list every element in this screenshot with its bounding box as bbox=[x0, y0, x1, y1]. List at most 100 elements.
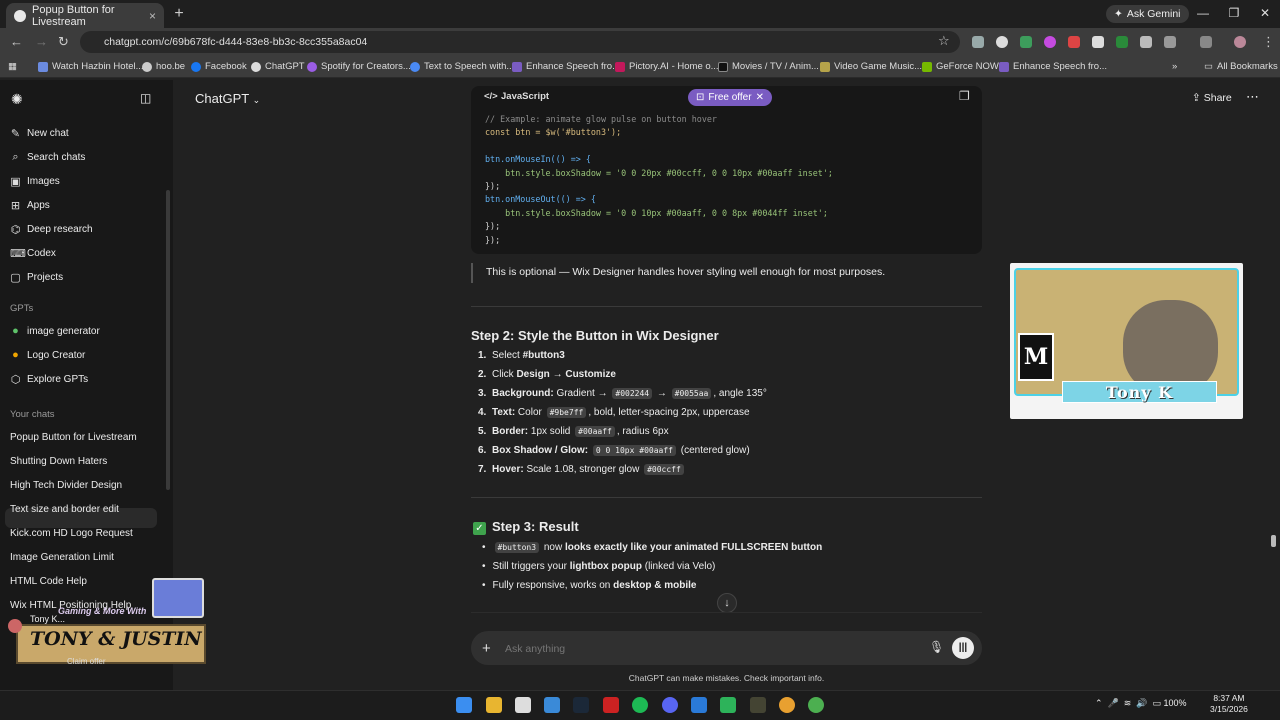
bookmark-9[interactable]: Video Game Music... bbox=[820, 61, 922, 72]
taskbar-clock[interactable]: 8:37 AM 3/15/2026 bbox=[1210, 693, 1248, 715]
sidebar-item-apps[interactable]: ⊞ Apps bbox=[10, 199, 50, 212]
gemini-icon: ✦ bbox=[1114, 8, 1123, 20]
file-explorer-icon[interactable] bbox=[486, 697, 502, 713]
chat-item[interactable]: Shutting Down Haters bbox=[10, 456, 107, 467]
chat-item[interactable]: HTML Code Help bbox=[10, 576, 87, 587]
maximize-icon[interactable]: ❐ bbox=[1227, 6, 1241, 20]
chat-item[interactable]: Text size and border edit bbox=[10, 504, 119, 515]
app-green-icon[interactable] bbox=[720, 697, 736, 713]
bookmark-10[interactable]: GeForce NOW bbox=[922, 61, 999, 72]
extension-grid-icon[interactable] bbox=[1140, 36, 1152, 48]
bookmark-star-icon[interactable]: ☆ bbox=[938, 33, 950, 49]
app-blue-icon[interactable] bbox=[691, 697, 707, 713]
sidepanel-icon[interactable] bbox=[1200, 36, 1212, 48]
tab-title: Popup Button for Livestream bbox=[32, 3, 115, 28]
streamer-nameplate: Tony K bbox=[1062, 381, 1217, 403]
extension-play-icon[interactable] bbox=[1092, 36, 1104, 48]
extension-red-icon[interactable] bbox=[1068, 36, 1080, 48]
sidebar-explore-gpts[interactable]: ⬡ Explore GPTs bbox=[10, 373, 88, 386]
chevron-down-icon: ⌄ bbox=[252, 95, 261, 105]
bookmark-4[interactable]: Spotify for Creators... bbox=[307, 61, 411, 72]
free-offer-badge[interactable]: ⊡ Free offer ✕ bbox=[688, 89, 772, 106]
browser-tab[interactable]: Popup Button for Livestream × bbox=[6, 3, 164, 28]
model-selector[interactable]: ChatGPT ⌄ bbox=[195, 91, 260, 106]
sidebar-item-codex[interactable]: ⌨ Codex bbox=[10, 247, 56, 260]
step-2-heading: Step 2: Style the Button in Wix Designer bbox=[471, 328, 719, 343]
list-item: 6. Box Shadow / Glow: 0 0 10px #00aaff (c… bbox=[478, 445, 750, 456]
new-chat-icon: ✎ bbox=[10, 128, 21, 140]
close-icon[interactable]: ✕ bbox=[756, 92, 764, 103]
bookmark-2[interactable]: Facebook bbox=[191, 61, 247, 72]
bookmark-6[interactable]: Enhance Speech fro... bbox=[512, 61, 620, 72]
voice-mode-button[interactable]: ||| bbox=[952, 637, 974, 659]
logo-creator-icon: ● bbox=[12, 349, 19, 361]
ask-gemini-button[interactable]: ✦ Ask Gemini bbox=[1106, 5, 1189, 23]
store-icon[interactable] bbox=[544, 697, 560, 713]
code-line: }); bbox=[485, 234, 501, 245]
attach-plus-icon[interactable]: + bbox=[482, 640, 491, 657]
bookmark-11[interactable]: Enhance Speech fro... bbox=[999, 61, 1107, 72]
chat-item[interactable]: Image Generation Limit bbox=[10, 552, 114, 563]
back-icon[interactable]: ← bbox=[10, 34, 23, 49]
bookmark-7[interactable]: Pictory.AI - Home o... bbox=[615, 61, 719, 72]
sidebar-item-projects[interactable]: ▢ Projects bbox=[10, 271, 63, 284]
chat-item[interactable]: Kick.com HD Logo Request bbox=[10, 528, 133, 539]
forward-icon[interactable]: → bbox=[35, 34, 48, 49]
sidebar-toggle-icon[interactable]: ◫ bbox=[140, 91, 151, 105]
share-button[interactable]: ⇪ Share bbox=[1192, 92, 1232, 104]
tab-close-icon[interactable]: × bbox=[149, 9, 156, 23]
system-tray[interactable]: ⌃ 🎤 ≋ 🔊 ▭ 100% bbox=[1095, 698, 1187, 709]
bookmark-1[interactable]: hoo.be bbox=[142, 61, 185, 72]
bookmark-5[interactable]: Text to Speech with... bbox=[410, 61, 514, 72]
microphone-icon[interactable]: 🎙 bbox=[929, 640, 944, 654]
sidebar-item-search-chats[interactable]: ⌕ Search chats bbox=[10, 151, 85, 164]
app-icon[interactable] bbox=[515, 697, 531, 713]
extension-leaf-icon[interactable] bbox=[1116, 36, 1128, 48]
apps-grid-icon[interactable]: ▦ bbox=[8, 61, 17, 72]
extension-purple-icon[interactable] bbox=[1044, 36, 1056, 48]
openai-logo-icon[interactable]: ✺ bbox=[11, 91, 23, 108]
new-tab-button[interactable]: + bbox=[170, 5, 188, 23]
app-red-icon[interactable] bbox=[603, 697, 619, 713]
stream-banner-subtitle: Gaming & More With bbox=[58, 606, 147, 616]
minimize-icon[interactable]: — bbox=[1196, 6, 1210, 20]
app-icon[interactable] bbox=[750, 697, 766, 713]
chat-item[interactable]: Popup Button for Livestream bbox=[10, 432, 137, 443]
sidebar-item-new-chat[interactable]: ✎ New chat bbox=[10, 127, 69, 140]
chat-item[interactable]: High Tech Divider Design bbox=[10, 480, 122, 491]
copy-icon[interactable]: ❐ bbox=[959, 89, 970, 103]
close-window-icon[interactable]: ✕ bbox=[1258, 6, 1272, 20]
main-scrollbar[interactable] bbox=[1271, 535, 1276, 547]
list-item: 1. Select #button3 bbox=[478, 350, 565, 361]
extension-circle-icon[interactable] bbox=[996, 36, 1008, 48]
sidebar-item-images[interactable]: ▣ Images bbox=[10, 175, 60, 188]
extension-shield-icon[interactable] bbox=[972, 36, 984, 48]
chrome-profile-icon[interactable] bbox=[808, 697, 824, 713]
profile-avatar[interactable] bbox=[1234, 36, 1246, 48]
bookmark-3[interactable]: ChatGPT bbox=[251, 61, 305, 72]
bookmark-0[interactable]: Watch Hazbin Hotel... bbox=[38, 61, 144, 72]
browser-menu-icon[interactable]: ⋮ bbox=[1262, 34, 1275, 50]
bookmark-8[interactable]: Movies / TV / Anim... bbox=[718, 61, 819, 72]
windows-start-icon[interactable] bbox=[456, 697, 472, 713]
search-icon: ⌕ bbox=[12, 151, 19, 163]
sidebar-gpt-image-generator[interactable]: ● image generator bbox=[10, 325, 100, 337]
prompt-input[interactable] bbox=[505, 642, 885, 656]
reload-icon[interactable]: ↻ bbox=[58, 34, 69, 50]
sidebar-gpt-logo-creator[interactable]: ● Logo Creator bbox=[10, 349, 85, 361]
sidebar-item-deep-research[interactable]: ⌬ Deep research bbox=[10, 223, 93, 236]
more-options-icon[interactable]: ⋯ bbox=[1246, 89, 1259, 105]
steam-icon[interactable] bbox=[573, 697, 589, 713]
discord-icon[interactable] bbox=[662, 697, 678, 713]
scroll-down-button[interactable]: ↓ bbox=[717, 593, 737, 613]
chrome-icon[interactable] bbox=[779, 697, 795, 713]
sidebar-scrollbar[interactable] bbox=[166, 190, 170, 490]
address-bar[interactable]: chatgpt.com/c/69b678fc-d444-83e8-bb3c-8c… bbox=[80, 31, 960, 53]
extensions-puzzle-icon[interactable] bbox=[1164, 36, 1176, 48]
list-item: Fully responsive, works on desktop & mob… bbox=[482, 580, 697, 591]
extension-green-icon[interactable] bbox=[1020, 36, 1032, 48]
list-item: #button3 now looks exactly like your ani… bbox=[482, 542, 822, 553]
all-bookmarks[interactable]: ▭ All Bookmarks bbox=[1204, 61, 1278, 72]
bookmarks-overflow-icon[interactable]: » bbox=[1172, 61, 1177, 72]
spotify-icon[interactable] bbox=[632, 697, 648, 713]
